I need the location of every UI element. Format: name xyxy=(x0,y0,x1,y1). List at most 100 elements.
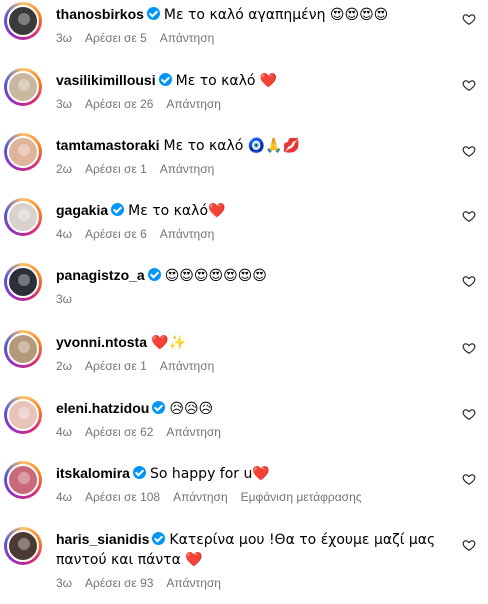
comment-body: tamtamastoraki Με το καλό 🧿🙏💋 2ω Αρέσει σε … xyxy=(56,136,446,177)
comment-text: 😍😍😍😍😍😍😍 xyxy=(164,268,267,284)
avatar[interactable] xyxy=(7,399,39,431)
heart-icon[interactable] xyxy=(462,12,476,26)
verified-badge-icon xyxy=(147,268,161,281)
comment-line: itskalomira So happy for u❤️ xyxy=(56,464,446,484)
reply-button[interactable]: Απάντηση xyxy=(160,31,215,45)
comment-body: yvonni.ntosta ❤️✨ 2ω Αρέσει σε 1 Απάντηση xyxy=(56,333,446,374)
comment-username[interactable]: tamtamastoraki xyxy=(56,137,160,153)
avatar[interactable] xyxy=(7,464,39,496)
comment-likes-count[interactable]: Αρέσει σε 1 xyxy=(85,359,147,373)
comment-username[interactable]: haris_sianidis xyxy=(56,531,149,547)
comment-meta: 4ω Αρέσει σε 62 Απάντηση xyxy=(56,424,446,440)
comment-likes-count[interactable]: Αρέσει σε 93 xyxy=(85,576,153,590)
comment-username[interactable]: thanosbirkos xyxy=(56,6,144,22)
comment-line: yvonni.ntosta ❤️✨ xyxy=(56,333,446,353)
reply-button[interactable]: Απάντηση xyxy=(166,425,221,439)
comment-text: Με το καλό ❤️ xyxy=(175,73,278,89)
comment-row: gagakia Με το καλό❤️ 4ω Αρέσει σε 6 Απάντηση xyxy=(0,198,488,264)
comment-likes-count[interactable]: Αρέσει σε 26 xyxy=(85,97,153,111)
reply-button[interactable]: Απάντηση xyxy=(173,490,228,504)
comment-line: tamtamastoraki Με το καλό 🧿🙏💋 xyxy=(56,136,446,156)
comment-likes-count[interactable]: Αρέσει σε 108 xyxy=(85,490,160,504)
avatar-story-ring[interactable] xyxy=(4,198,42,236)
comments-list: thanosbirkos Με το καλό αγαπημένη 😍😍😍😍 3ω Α… xyxy=(0,0,488,604)
avatar-story-ring[interactable] xyxy=(4,330,42,368)
comment-text: ❤️✨ xyxy=(151,335,186,351)
avatar[interactable] xyxy=(7,136,39,168)
heart-icon[interactable] xyxy=(462,341,476,355)
avatar[interactable] xyxy=(7,5,39,37)
comment-likes-count[interactable]: Αρέσει σε 6 xyxy=(85,227,147,241)
avatar[interactable] xyxy=(7,333,39,365)
comment-likes-count[interactable]: Αρέσει σε 62 xyxy=(85,425,153,439)
comment-text: Με το καλό❤️ xyxy=(128,203,226,219)
comment-meta: 3ω Αρέσει σε 26 Απάντηση xyxy=(56,96,446,112)
comment-body: vasilikimillousi Με το καλό ❤️ 3ω Αρέσει σε… xyxy=(56,71,446,112)
reply-button[interactable]: Απάντηση xyxy=(160,359,215,373)
avatar-story-ring[interactable] xyxy=(4,263,42,301)
comment-row: panagistzo_a 😍😍😍😍😍😍😍 3ω xyxy=(0,263,488,329)
heart-icon[interactable] xyxy=(462,209,476,223)
avatar-story-ring[interactable] xyxy=(4,2,42,40)
comment-meta: 2ω Αρέσει σε 1 Απάντηση xyxy=(56,358,446,374)
heart-icon[interactable] xyxy=(462,274,476,288)
avatar-story-ring[interactable] xyxy=(4,68,42,106)
comment-timestamp: 3ω xyxy=(56,292,73,306)
verified-badge-icon xyxy=(132,466,146,479)
comment-line: thanosbirkos Με το καλό αγαπημένη 😍😍😍😍 xyxy=(56,5,446,25)
comment-row: yvonni.ntosta ❤️✨ 2ω Αρέσει σε 1 Απάντηση xyxy=(0,330,488,396)
comment-timestamp: 2ω xyxy=(56,359,73,373)
heart-icon[interactable] xyxy=(462,78,476,92)
comment-body: itskalomira So happy for u❤️ 4ω Αρέσει σε 1… xyxy=(56,464,446,505)
comment-row: tamtamastoraki Με το καλό 🧿🙏💋 2ω Αρέσει σε … xyxy=(0,133,488,199)
comment-body: gagakia Με το καλό❤️ 4ω Αρέσει σε 6 Απάντηση xyxy=(56,201,446,242)
comment-username[interactable]: itskalomira xyxy=(56,465,130,481)
comment-likes-count[interactable]: Αρέσει σε 1 xyxy=(85,162,147,176)
comment-username[interactable]: yvonni.ntosta xyxy=(56,334,147,350)
comment-timestamp: 4ω xyxy=(56,425,73,439)
avatar-story-ring[interactable] xyxy=(4,396,42,434)
verified-badge-icon xyxy=(152,401,166,414)
comment-line: gagakia Με το καλό❤️ xyxy=(56,201,446,221)
verified-badge-icon xyxy=(146,7,160,20)
comment-row: eleni.hatzidou 😥😥😥 4ω Αρέσει σε 62 Απάντηση xyxy=(0,396,488,462)
verified-badge-icon xyxy=(158,73,172,86)
heart-icon[interactable] xyxy=(462,472,476,486)
comment-timestamp: 3ω xyxy=(56,31,73,45)
comment-line: eleni.hatzidou 😥😥😥 xyxy=(56,399,446,419)
comment-text: Με το καλό αγαπημένη 😍😍😍😍 xyxy=(163,7,389,23)
comment-username[interactable]: panagistzo_a xyxy=(56,267,145,283)
comment-text: 😥😥😥 xyxy=(169,401,214,417)
avatar[interactable] xyxy=(7,266,39,298)
comment-likes-count[interactable]: Αρέσει σε 5 xyxy=(85,31,147,45)
avatar-story-ring[interactable] xyxy=(4,461,42,499)
comment-body: haris_sianidis Κατερίνα μου !Θα το έχουμε… xyxy=(56,530,446,591)
avatar[interactable] xyxy=(7,201,39,233)
reply-button[interactable]: Απάντηση xyxy=(166,97,221,111)
reply-button[interactable]: Απάντηση xyxy=(160,162,215,176)
heart-icon[interactable] xyxy=(462,144,476,158)
see-translation-button[interactable]: Εμφάνιση μετάφρασης xyxy=(241,490,362,504)
reply-button[interactable]: Απάντηση xyxy=(160,227,215,241)
comment-meta: 2ω Αρέσει σε 1 Απάντηση xyxy=(56,161,446,177)
comment-username[interactable]: eleni.hatzidou xyxy=(56,400,149,416)
comment-timestamp: 3ω xyxy=(56,97,73,111)
comment-meta: 4ω Αρέσει σε 108 Απάντηση Εμφάνιση μετάφρασ… xyxy=(56,489,446,505)
comment-username[interactable]: vasilikimillousi xyxy=(56,72,156,88)
comment-row: itskalomira So happy for u❤️ 4ω Αρέσει σε 1… xyxy=(0,461,488,527)
avatar-story-ring[interactable] xyxy=(4,527,42,565)
comment-timestamp: 3ω xyxy=(56,576,73,590)
heart-icon[interactable] xyxy=(462,407,476,421)
comment-username[interactable]: gagakia xyxy=(56,202,108,218)
avatar-story-ring[interactable] xyxy=(4,133,42,171)
comment-timestamp: 2ω xyxy=(56,162,73,176)
comment-row: haris_sianidis Κατερίνα μου !Θα το έχουμε… xyxy=(0,527,488,604)
comment-text: So happy for u❤️ xyxy=(149,466,270,482)
avatar[interactable] xyxy=(7,71,39,103)
comment-meta: 3ω xyxy=(56,291,446,307)
avatar[interactable] xyxy=(7,530,39,562)
heart-icon[interactable] xyxy=(462,538,476,552)
comment-meta: 3ω Αρέσει σε 93 Απάντηση xyxy=(56,575,446,591)
comment-timestamp: 4ω xyxy=(56,490,73,504)
reply-button[interactable]: Απάντηση xyxy=(166,576,221,590)
